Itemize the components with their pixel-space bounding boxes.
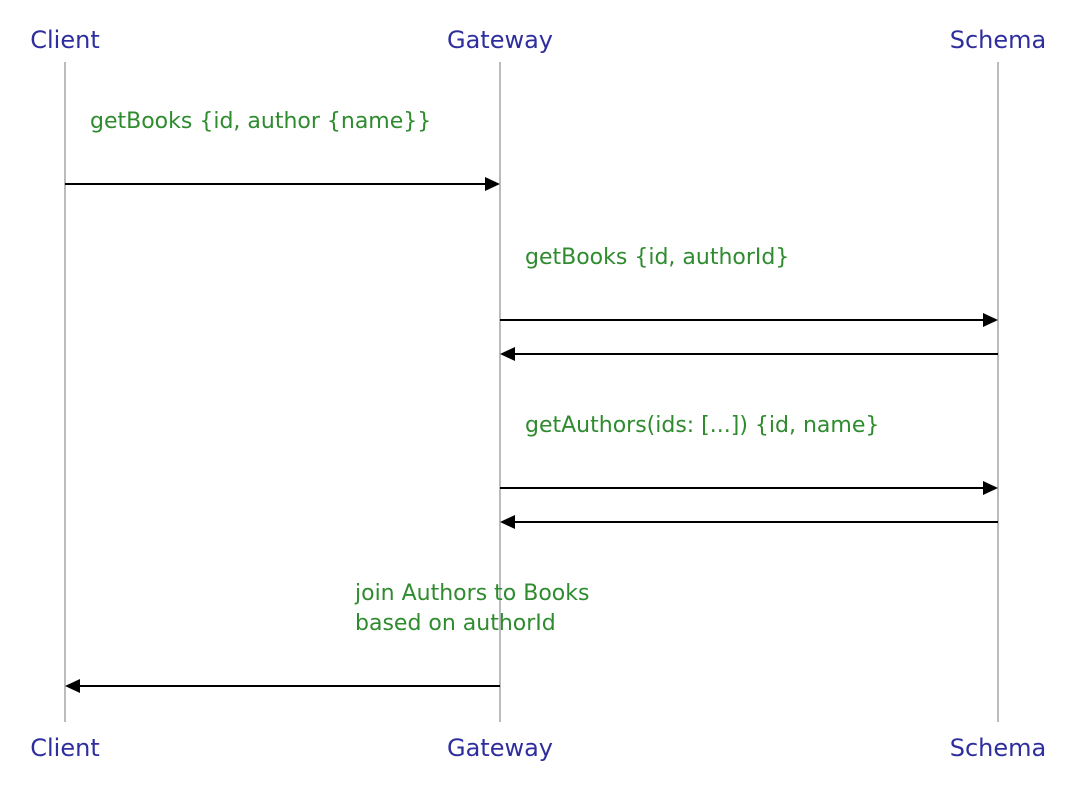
message-2-label: getBooks {id, authorId}	[525, 245, 789, 270]
message-5-arrowhead	[500, 515, 515, 529]
message-3-arrowhead	[500, 347, 515, 361]
message-6-arrowhead	[65, 679, 80, 693]
message-1-label: getBooks {id, author {name}}	[90, 109, 431, 134]
message-4-arrowhead	[983, 481, 998, 495]
participant-gateway-bottom: Gateway	[447, 734, 553, 762]
participant-schema-top: Schema	[950, 26, 1047, 54]
participant-schema-bottom: Schema	[950, 734, 1047, 762]
message-6-label-line2: based on authorId	[355, 611, 556, 636]
participant-gateway-top: Gateway	[447, 26, 553, 54]
message-6-label-line1: join Authors to Books	[354, 581, 589, 606]
participant-client-bottom: Client	[30, 734, 99, 762]
participant-client-top: Client	[30, 26, 99, 54]
message-4-label: getAuthors(ids: [...]) {id, name}	[525, 413, 879, 438]
sequence-diagram: Client Gateway Schema getBooks {id, auth…	[0, 0, 1088, 796]
message-2-arrowhead	[983, 313, 998, 327]
message-1-arrowhead	[485, 177, 500, 191]
